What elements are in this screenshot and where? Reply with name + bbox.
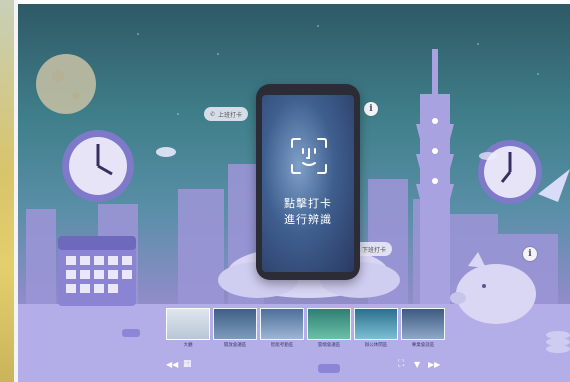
info-icon[interactable]: i [523, 247, 537, 261]
clock-right [478, 140, 542, 204]
car-left [122, 329, 140, 337]
thumbnail-caption: 專業會談區 [411, 343, 435, 348]
rocket [538, 169, 570, 202]
adjacent-panel-edge [0, 0, 14, 382]
virtual-tour-scene[interactable]: ✆ 上班打卡 ✆ 下班打卡 i i [18, 4, 570, 382]
thumbnail-lobby[interactable]: 大廳 [166, 308, 210, 350]
phone-icon: ✆ [210, 110, 216, 118]
tower [416, 49, 454, 314]
fullscreen-icon[interactable]: ⛶ [398, 359, 404, 369]
thumbnail-image [307, 308, 351, 340]
smartphone-hotspot[interactable]: 點擊打卡 進行辨識 [256, 84, 360, 280]
thumbnail-image [166, 308, 210, 340]
thumbnail-caption: 雲端會議區 [317, 343, 341, 348]
thumbnail-professional[interactable]: 專業會談區 [401, 308, 445, 350]
thumbnail-image [213, 308, 257, 340]
thumbnail-cloud-meeting[interactable]: 雲端會議區 [307, 308, 351, 350]
thumbnail-caption: 大廳 [183, 343, 193, 348]
thumbnail-image [354, 308, 398, 340]
app-viewport: ✆ 上班打卡 ✆ 下班打卡 i i [0, 0, 570, 382]
coins [546, 331, 570, 353]
next-scene-button[interactable]: ▶▶ [428, 360, 440, 370]
thumbnail-image [260, 308, 304, 340]
face-id-icon [291, 138, 327, 174]
thumbnail-image [401, 308, 445, 340]
car-bottom [318, 364, 340, 373]
thumbnail-open-meeting[interactable]: 開放會議區 [213, 308, 257, 350]
checkin-label: 上班打卡 [218, 111, 243, 119]
thumbnail-caption: 辦公休閒區 [364, 343, 388, 348]
checkout-label: 下班打卡 [362, 246, 387, 254]
chevron-down-icon[interactable]: ▼ [414, 360, 420, 370]
screen-text-recognize: 進行辨識 [284, 213, 332, 226]
thumbnail-leisure[interactable]: 辦公休閒區 [354, 308, 398, 350]
moon [36, 54, 96, 114]
checkin-hotspot[interactable]: ✆ 上班打卡 [204, 107, 249, 121]
thumbnail-attendance[interactable]: 智能考勤區 [260, 308, 304, 350]
grid-icon[interactable]: ▦ [183, 359, 192, 369]
scene-thumbnail-strip: 大廳 開放會議區 智能考勤區 雲端會議區 辦公休閒區 專業會談區 [166, 308, 445, 350]
calendar [58, 236, 136, 306]
screen-text-tap: 點擊打卡 [284, 197, 332, 210]
previous-scene-button[interactable]: ◀◀ [166, 360, 178, 370]
clock-left [62, 130, 134, 202]
phone-screen[interactable]: 點擊打卡 進行辨識 [262, 95, 354, 272]
info-icon[interactable]: i [364, 102, 378, 116]
thumbnail-caption: 開放會議區 [223, 343, 247, 348]
thumbnail-caption: 智能考勤區 [270, 343, 294, 348]
